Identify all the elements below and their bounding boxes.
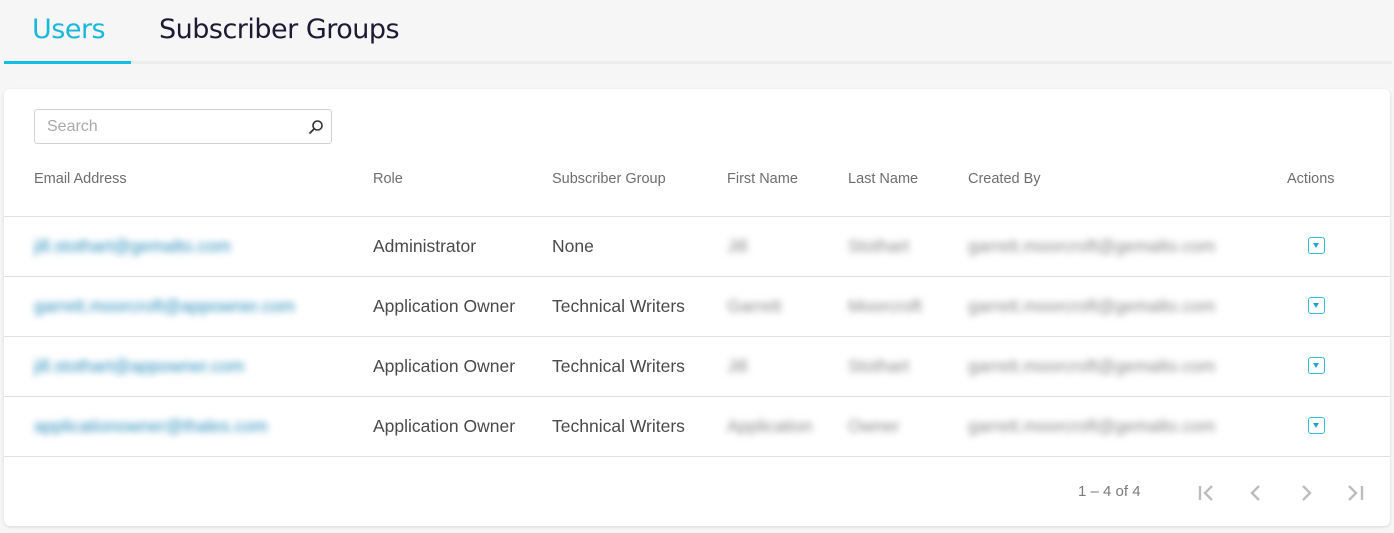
role-cell: Application Owner [373,296,516,316]
created-by-cell: garrett.moorcroft@gemalto.com [968,356,1216,376]
row-actions-dropdown[interactable] [1308,417,1325,434]
search-input[interactable] [45,116,299,137]
column-header-subscriber-group[interactable]: Subscriber Group [552,171,666,187]
caret-down-icon [1313,363,1319,368]
created-by-cell: garrett.moorcroft@gemalto.com [968,296,1216,316]
row-actions-dropdown[interactable] [1308,357,1325,374]
search-icon[interactable] [308,119,324,135]
tab-subscriber-groups[interactable]: Subscriber Groups [159,14,400,46]
last-name-cell: Stothart [848,236,910,256]
table-row: jill.stothart@appowner.com Application O… [4,337,1390,397]
row-divider [4,456,1390,457]
first-name-cell: Application [727,416,813,436]
first-name-cell: Jill [727,356,748,376]
subscriber-group-cell: Technical Writers [552,296,685,316]
first-page-icon[interactable] [1194,481,1218,505]
first-name-cell: Garrett [727,296,782,316]
last-name-cell: Owner [848,416,900,436]
column-header-last-name[interactable]: Last Name [848,171,918,187]
row-actions-dropdown[interactable] [1308,237,1325,254]
previous-page-icon[interactable] [1244,481,1268,505]
tab-bar: Users Subscriber Groups [4,0,1392,64]
search-box[interactable] [34,109,332,144]
role-cell: Application Owner [373,416,516,436]
caret-down-icon [1313,243,1319,248]
column-header-first-name[interactable]: First Name [727,171,798,187]
column-header-role[interactable]: Role [373,171,403,187]
first-name-cell: Jill [727,236,748,256]
subscriber-group-cell: Technical Writers [552,416,685,436]
email-link[interactable]: garrett.moorcroft@appowner.com [34,296,295,317]
tab-underline-track [4,61,1392,64]
email-link[interactable]: applicationowner@thales.com [34,416,268,437]
last-name-cell: Moorcroft [848,296,922,316]
row-actions-dropdown[interactable] [1308,297,1325,314]
active-tab-indicator [4,61,131,64]
column-header-created-by[interactable]: Created By [968,171,1041,187]
subscriber-group-cell: Technical Writers [552,356,685,376]
role-cell: Administrator [373,236,477,256]
created-by-cell: garrett.moorcroft@gemalto.com [968,416,1216,436]
tab-users[interactable]: Users [32,14,106,46]
caret-down-icon [1313,423,1319,428]
role-cell: Application Owner [373,356,516,376]
email-link[interactable]: jill.stothart@appowner.com [34,356,244,377]
caret-down-icon [1313,303,1319,308]
table-row: garrett.moorcroft@appowner.com Applicati… [4,277,1390,337]
users-card: Email Address Role Subscriber Group Firs… [4,89,1390,526]
pagination-range: 1 – 4 of 4 [1078,483,1141,500]
created-by-cell: garrett.moorcroft@gemalto.com [968,236,1216,256]
last-name-cell: Stothart [848,356,910,376]
last-page-icon[interactable] [1344,481,1368,505]
table-row: applicationowner@thales.com Application … [4,397,1390,457]
table-row: jill.stothart@gemalto.com Administrator … [4,217,1390,277]
subscriber-group-cell: None [552,236,594,256]
column-header-actions: Actions [1287,171,1335,187]
column-header-email[interactable]: Email Address [34,171,127,187]
next-page-icon[interactable] [1294,481,1318,505]
email-link[interactable]: jill.stothart@gemalto.com [34,236,231,257]
